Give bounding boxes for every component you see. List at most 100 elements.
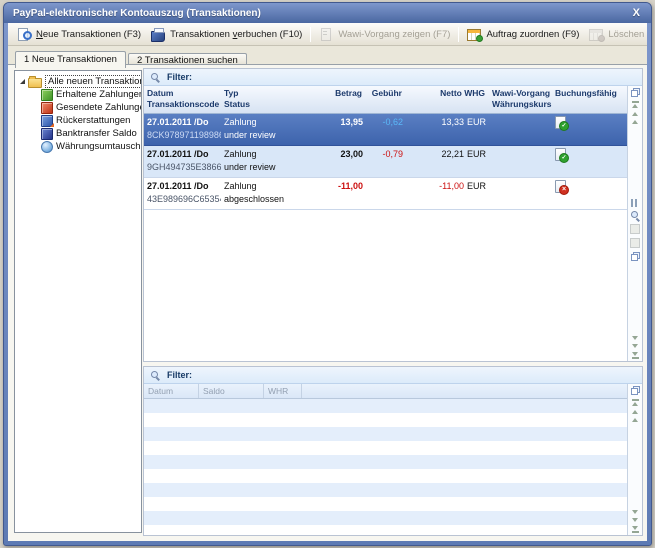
tree-item-banktransfer-saldo[interactable]: Banktransfer Saldo (15, 127, 141, 140)
tree-item-waehrungsumtausch[interactable]: Währungsumtausch (15, 140, 141, 153)
tree-item-label: Banktransfer Saldo (56, 128, 137, 139)
empty-row (144, 399, 627, 413)
transaction-date: 27.01.2011 /Do (147, 116, 218, 129)
column-options-icon[interactable] (631, 199, 639, 207)
empty-row (144, 483, 627, 497)
close-button[interactable]: X (631, 7, 642, 19)
transaction-code: 8CK9789711989861D (147, 129, 218, 142)
button-label: Wawi-Vorgang zeigen (F7) (338, 29, 450, 40)
bookable-check-icon (555, 148, 566, 161)
scroll-page-up-button[interactable] (632, 120, 638, 124)
scroll-top-button[interactable] (632, 399, 639, 406)
copy-grid-icon[interactable] (631, 386, 640, 395)
toolbar-separator (310, 27, 311, 42)
transaction-status: under review (224, 129, 326, 142)
saldo-table-header[interactable]: Datum Saldo WHR (144, 384, 627, 399)
button-label: Transaktionen verbuchen (F10) (170, 29, 302, 40)
grid-side-toolbar (627, 384, 642, 535)
copy-grid-icon[interactable] (631, 88, 640, 97)
scroll-page-down-button[interactable] (632, 336, 638, 340)
transactions-table-header[interactable]: Datum Transaktionscode Typ Status Betrag (144, 86, 627, 114)
transaction-status: abgeschlossen (224, 193, 326, 206)
scroll-up-button[interactable] (632, 410, 638, 414)
transaction-type: Zahlung (224, 116, 326, 129)
delete-assignment-button[interactable]: Löschen Zuordnung Auftrag (F4) (584, 26, 647, 43)
gebuehr-cell: -0,79 (366, 146, 406, 177)
typ-cell: Zahlung under review (221, 114, 329, 145)
currency-exchange-icon (41, 141, 53, 153)
wawi-cell (489, 114, 552, 145)
assign-order-button[interactable]: Auftrag zuordnen (F9) (462, 26, 584, 43)
transaction-type: Zahlung (224, 148, 326, 161)
grid-search-icon[interactable] (631, 211, 640, 220)
window-body: Neue Transaktionen (F3) Transaktionen ve… (8, 23, 647, 541)
column-header-wawi-vorgang[interactable]: Wawi-Vorgang Währungskurs (489, 86, 552, 113)
tree-item-rueckerstattungen[interactable]: Rückerstattungen (15, 114, 141, 127)
saldo-filter-bar[interactable]: Filter: (144, 367, 642, 384)
scroll-page-down-button[interactable] (632, 510, 638, 514)
column-header-datum[interactable]: Datum Transaktionscode (144, 86, 221, 113)
copy-cell-icon[interactable] (631, 252, 640, 261)
tree-root-label: Alle neuen Transaktionen (45, 75, 141, 88)
scroll-top-button[interactable] (632, 101, 639, 108)
show-wawi-order-icon (319, 28, 334, 41)
app-window: PayPal-elektronischer Kontoauszug (Trans… (3, 2, 652, 546)
column-header-betrag[interactable]: Betrag (329, 86, 366, 113)
column-header-netto-whg[interactable]: Netto WHG (406, 86, 489, 113)
datum-cell: 27.01.2011 /Do 8CK9789711989861D (144, 114, 221, 145)
column-header-whr[interactable]: WHR (264, 384, 302, 398)
new-transactions-icon (17, 28, 32, 41)
netto-cell: 22,21EUR (406, 146, 489, 177)
tree-item-gesendete-zahlungen[interactable]: Gesendete Zahlungen (15, 101, 141, 114)
scroll-bottom-button[interactable] (632, 352, 639, 359)
scroll-bottom-button[interactable] (632, 526, 639, 533)
betrag-cell: 13,95 (329, 114, 366, 145)
datum-cell: 27.01.2011 /Do 43E989696C6535442 (144, 178, 221, 209)
fee-value: -0,79 (369, 148, 403, 161)
transaction-row[interactable]: 27.01.2011 /Do 43E989696C6535442 Zahlung… (144, 178, 627, 210)
empty-row (144, 455, 627, 469)
scroll-page-up-button[interactable] (632, 418, 638, 422)
transaction-row[interactable]: 27.01.2011 /Do 9GH494735E3866936 Zahlung… (144, 146, 627, 178)
scroll-down-button[interactable] (632, 518, 638, 522)
empty-row (144, 511, 627, 525)
magnifier-icon (151, 73, 160, 82)
netto-cell: -11,00EUR (406, 178, 489, 209)
scroll-up-button[interactable] (632, 112, 638, 116)
titlebar[interactable]: PayPal-elektronischer Kontoauszug (Trans… (4, 3, 651, 23)
tree-root-alle-neuen-transaktionen[interactable]: Alle neuen Transaktionen (15, 75, 141, 88)
transaction-row[interactable]: 27.01.2011 /Do 8CK9789711989861D Zahlung… (144, 114, 627, 146)
fee-value: -0,62 (369, 116, 403, 129)
bookable-check-icon (555, 116, 566, 129)
window-title: PayPal-elektronischer Kontoauszug (Trans… (13, 8, 261, 19)
received-payments-icon (41, 89, 53, 101)
transaction-type: Zahlung (224, 180, 326, 193)
tree-expand-icon[interactable] (20, 79, 25, 84)
empty-row (144, 497, 627, 511)
column-header-gebuehr[interactable]: Gebühr (366, 86, 406, 113)
column-header-typ[interactable]: Typ Status (221, 86, 329, 113)
tree-item-erhaltene-zahlungen[interactable]: Erhaltene Zahlungen (15, 88, 141, 101)
column-header-datum[interactable]: Datum (144, 384, 199, 398)
tab-neue-transaktionen[interactable]: 1 Neue Transaktionen (15, 51, 126, 68)
net-value: 13,33 (441, 117, 464, 127)
new-transactions-button[interactable]: Neue Transaktionen (F3) (12, 26, 146, 43)
sent-payments-icon (41, 102, 53, 114)
column-header-saldo[interactable]: Saldo (199, 384, 264, 398)
gebuehr-cell (366, 178, 406, 209)
amount-value: 23,00 (332, 148, 363, 161)
desktop: { "window": { "title": "PayPal-elektroni… (0, 0, 655, 548)
empty-row (144, 525, 627, 536)
scroll-down-button[interactable] (632, 344, 638, 348)
post-transactions-button[interactable]: Transaktionen verbuchen (F10) (146, 26, 307, 43)
betrag-cell: 23,00 (329, 146, 366, 177)
filter-label: Filter: (167, 72, 192, 82)
bank-transfer-icon (41, 128, 53, 140)
refunds-icon (41, 115, 53, 127)
currency-code: EUR (467, 181, 486, 191)
transactions-filter-bar[interactable]: Filter: (144, 69, 642, 86)
show-wawi-order-button[interactable]: Wawi-Vorgang zeigen (F7) (314, 26, 455, 43)
column-header-buchungsfaehig[interactable]: Buchungsfähig (552, 86, 627, 113)
not-bookable-icon (555, 180, 566, 193)
toolbar: Neue Transaktionen (F3) Transaktionen ve… (8, 23, 647, 46)
